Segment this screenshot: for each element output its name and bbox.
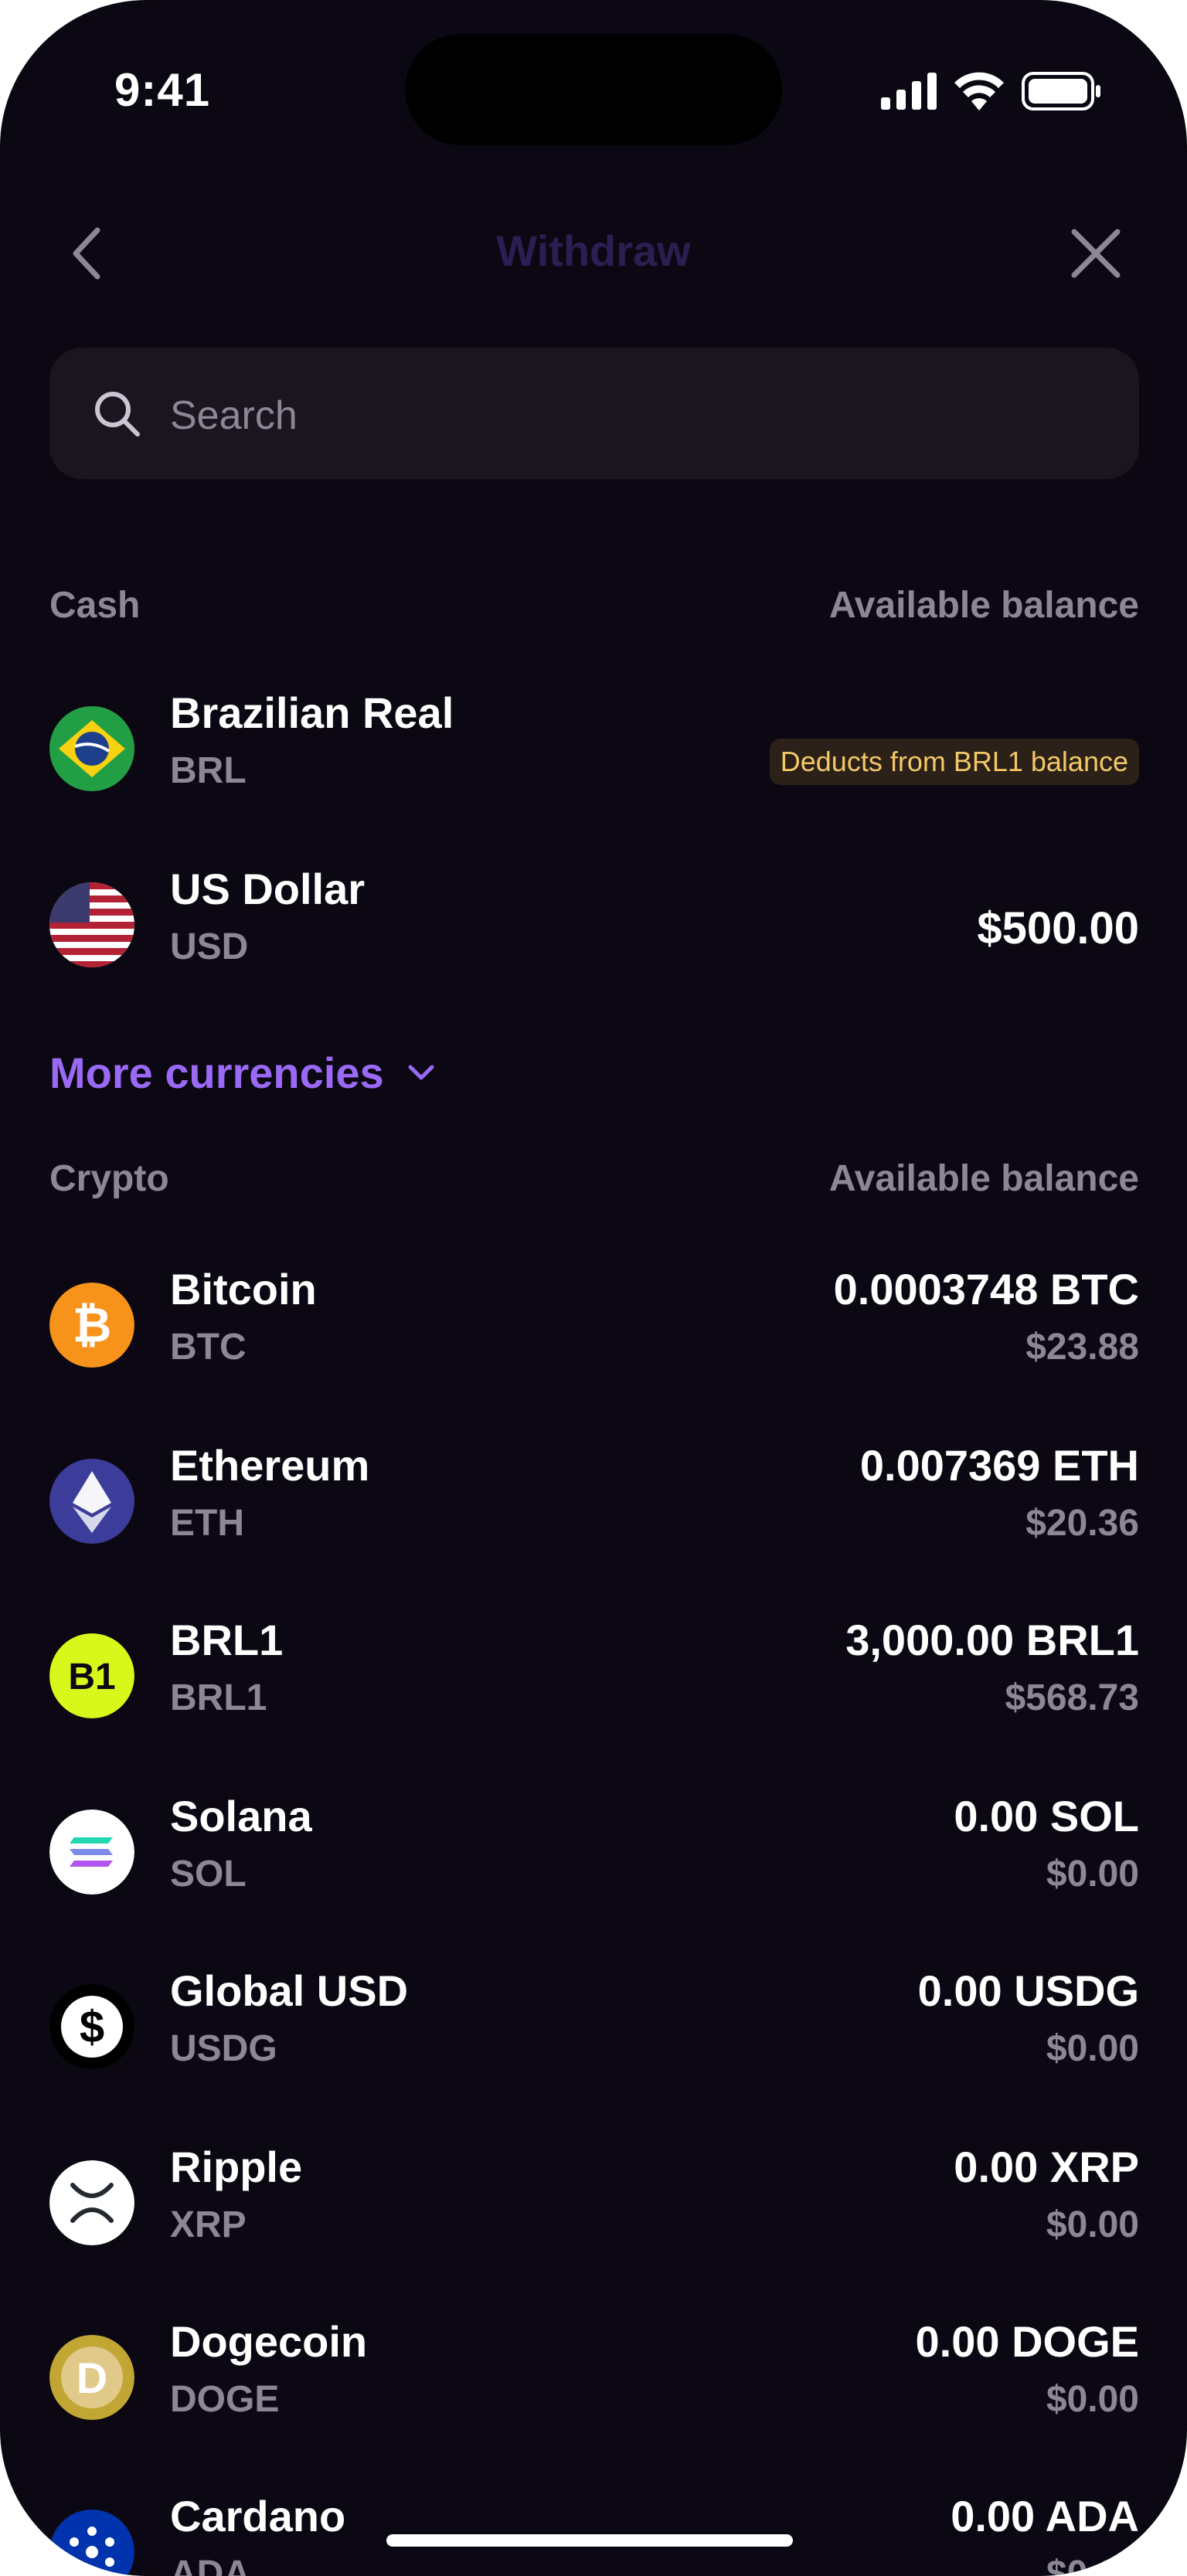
crypto-row-btc[interactable]: ₿ Bitcoin BTC 0.0003748 BTC $23.88 (49, 1259, 1139, 1391)
crypto-row-sol[interactable]: Solana SOL 0.00 SOL $0.00 (49, 1786, 1139, 1918)
coin-name: Cardano (170, 2492, 346, 2540)
brl1-icon: B1 (49, 1633, 134, 1718)
signal-icon (881, 73, 937, 110)
crypto-section-title: Crypto (49, 1158, 169, 1199)
crypto-row-ada[interactable]: Cardano ADA 0.00 ADA $0.00 (49, 2486, 1139, 2576)
currency-name: Brazilian Real (170, 688, 454, 737)
coin-code: ADA (170, 2554, 250, 2576)
coin-code: BRL1 (170, 1677, 267, 1718)
system-icons (881, 66, 1102, 116)
balance-amount: $500.00 (977, 903, 1139, 953)
search-icon (95, 392, 140, 437)
coin-fiat-value: $568.73 (1005, 1677, 1139, 1718)
coin-fiat-value: $20.36 (1025, 1503, 1139, 1544)
coin-fiat-value: $0.00 (1046, 2379, 1139, 2420)
deducts-badge: Deducts from BRL1 balance (769, 739, 1139, 785)
crypto-row-doge[interactable]: D Dogecoin DOGE 0.00 DOGE $0.00 (49, 2312, 1139, 2443)
dynamic-island (405, 34, 782, 145)
coin-balance: 0.00 SOL (954, 1792, 1139, 1840)
cash-row-brl[interactable]: Brazilian Real BRL Deducts from BRL1 bal… (49, 683, 1139, 814)
status-time: 9:41 (114, 64, 211, 116)
global-usd-icon: $ (49, 1984, 134, 2069)
currency-name: US Dollar (170, 865, 366, 913)
crypto-row-brl1[interactable]: B1 BRL1 BRL1 3,000.00 BRL1 $568.73 (49, 1610, 1139, 1742)
wifi-icon (954, 72, 1004, 110)
dogecoin-icon: D (49, 2335, 134, 2420)
svg-text:$: $ (80, 2002, 104, 2052)
coin-balance: 0.00 USDG (917, 1966, 1139, 2015)
coin-fiat-value: $0.00 (1046, 2204, 1139, 2245)
search-input[interactable]: Search (49, 348, 1139, 479)
coin-balance: 0.00 DOGE (915, 2317, 1139, 2366)
cash-row-usd[interactable]: US Dollar USD $500.00 (49, 859, 1139, 991)
brazil-flag-icon (49, 706, 134, 791)
currency-code: BRL (170, 750, 247, 791)
coin-name: Ripple (170, 2143, 303, 2191)
coin-balance: 0.0003748 BTC (833, 1265, 1139, 1313)
coin-name: Ethereum (170, 1441, 370, 1490)
cardano-icon (49, 2510, 134, 2576)
coin-code: USDG (170, 2028, 277, 2069)
crypto-row-xrp[interactable]: Ripple XRP 0.00 XRP $0.00 (49, 2137, 1139, 2268)
ethereum-icon (49, 1459, 134, 1544)
crypto-available-balance-label: Available balance (828, 1158, 1139, 1199)
coin-code: DOGE (170, 2379, 280, 2420)
coin-name: Global USD (170, 1966, 409, 2015)
coin-code: SOL (170, 1854, 247, 1895)
coin-balance: 0.00 XRP (954, 2143, 1139, 2191)
coin-balance: 0.007369 ETH (859, 1441, 1139, 1490)
page-title: Withdraw (496, 226, 691, 275)
coin-code: ETH (170, 1503, 244, 1544)
phone-screen: 9:41 Withdraw Search Cash Available bala… (0, 0, 1187, 2576)
coin-name: Bitcoin (170, 1265, 317, 1313)
coin-fiat-value: $0.00 (1046, 1854, 1139, 1895)
svg-text:₿: ₿ (73, 1299, 112, 1352)
coin-balance: 0.00 ADA (951, 2492, 1139, 2540)
home-indicator[interactable] (386, 2534, 793, 2547)
crypto-row-usdg[interactable]: $ Global USD USDG 0.00 USDG $0.00 (49, 1961, 1139, 2092)
close-icon[interactable] (1065, 223, 1127, 284)
crypto-section-header: Crypto Available balance (49, 1157, 1139, 1212)
coin-fiat-value: $23.88 (1025, 1327, 1139, 1368)
coin-fiat-value: $0.00 (1046, 2028, 1139, 2069)
coin-name: BRL1 (170, 1616, 284, 1664)
currency-code: USD (170, 926, 249, 967)
coin-name: Dogecoin (170, 2317, 368, 2366)
status-bar: 9:41 (0, 0, 1187, 178)
coin-code: BTC (170, 1327, 247, 1368)
coin-code: XRP (170, 2204, 247, 2245)
svg-text:D: D (77, 2353, 107, 2402)
cash-section-title: Cash (49, 585, 141, 626)
ripple-icon (49, 2160, 134, 2245)
solana-icon (49, 1810, 134, 1895)
search-placeholder: Search (170, 393, 298, 438)
svg-text:B1: B1 (68, 1657, 115, 1698)
more-currencies-button[interactable]: More currencies (49, 1042, 437, 1103)
nav-bar: Withdraw (0, 209, 1187, 294)
coin-name: Solana (170, 1792, 312, 1840)
crypto-row-eth[interactable]: Ethereum ETH 0.007369 ETH $20.36 (49, 1436, 1139, 1567)
more-currencies-label: More currencies (49, 1048, 384, 1097)
cash-available-balance-label: Available balance (828, 585, 1139, 626)
coin-balance: 3,000.00 BRL1 (845, 1616, 1139, 1664)
bitcoin-icon: ₿ (49, 1283, 134, 1368)
cash-section-header: Cash Available balance (49, 584, 1139, 638)
us-flag-icon (49, 882, 134, 967)
chevron-down-icon (408, 1065, 434, 1080)
battery-icon (1022, 72, 1100, 110)
coin-fiat-value: $0.00 (1046, 2554, 1139, 2576)
